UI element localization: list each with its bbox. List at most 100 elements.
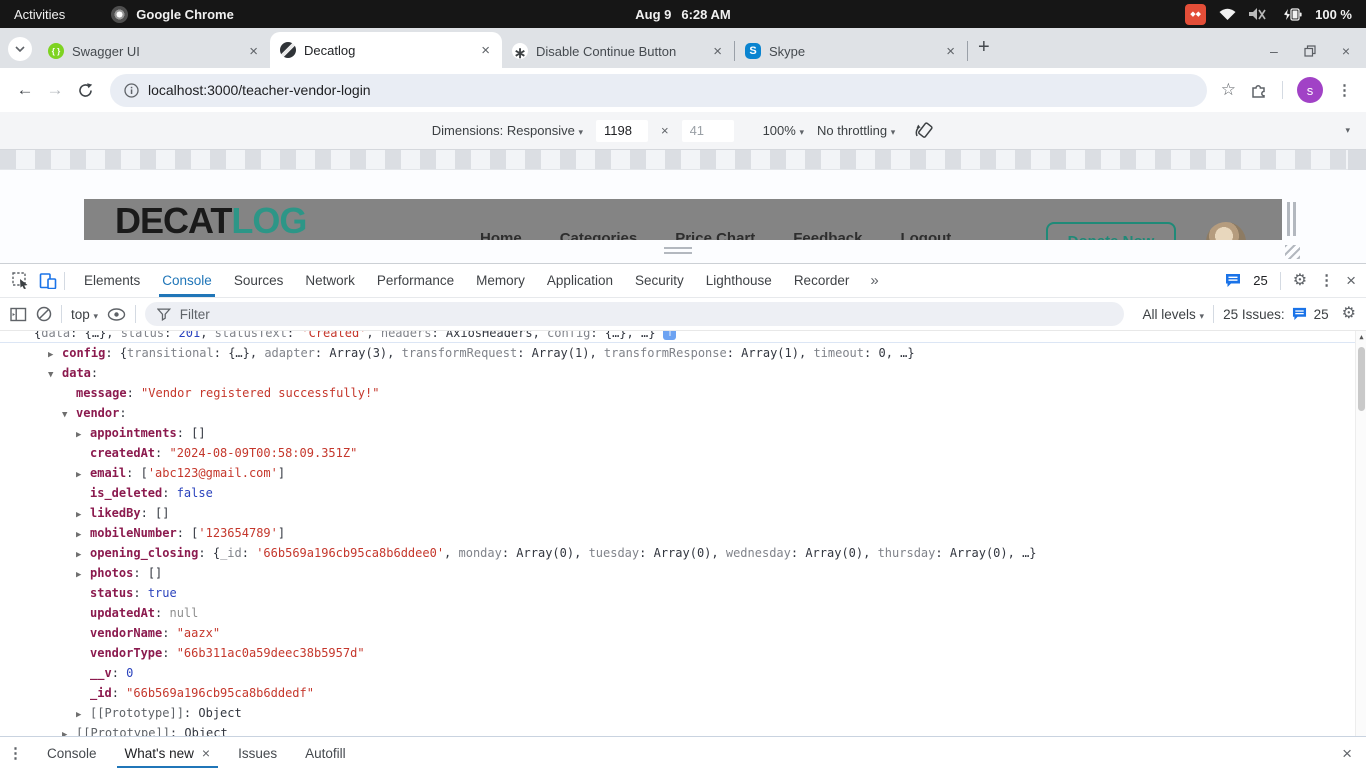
profile-avatar[interactable]: s: [1297, 77, 1323, 103]
expand-arrow-icon[interactable]: ▶: [62, 725, 76, 736]
throttling-dropdown[interactable]: No throttling ▾: [817, 123, 895, 138]
expand-arrow-icon[interactable]: ▶: [48, 345, 62, 363]
tab-network[interactable]: Network: [294, 264, 366, 297]
drawer-tab-autofill[interactable]: Autofill: [291, 737, 360, 768]
console-row-likedby[interactable]: ▶likedBy: []: [0, 503, 1366, 523]
browser-tab-swagger-ui[interactable]: Swagger UI×: [38, 34, 270, 68]
console-row-email[interactable]: ▶email: ['abc123@gmail.com']: [0, 463, 1366, 483]
tab-lighthouse[interactable]: Lighthouse: [695, 264, 783, 297]
filter-input[interactable]: [180, 307, 1112, 322]
expand-arrow-icon[interactable]: ▼: [48, 365, 62, 383]
url-text[interactable]: localhost:3000/teacher-vendor-login: [148, 82, 371, 98]
tab-close-icon[interactable]: ×: [711, 44, 724, 59]
tab-close-icon[interactable]: ×: [944, 44, 957, 59]
donate-now-button[interactable]: Donate Now: [1046, 222, 1176, 240]
expand-arrow-icon[interactable]: ▶: [76, 545, 90, 563]
console-filter-box[interactable]: [145, 302, 1123, 326]
console-row-appointments[interactable]: ▶appointments: []: [0, 423, 1366, 443]
scrollbar-up-arrow[interactable]: ▲: [1357, 333, 1366, 341]
address-bar[interactable]: localhost:3000/teacher-vendor-login: [110, 74, 1207, 107]
console-sidebar-icon[interactable]: [10, 307, 27, 322]
tab-recorder[interactable]: Recorder: [783, 264, 861, 297]
zoom-dropdown[interactable]: 100% ▾: [763, 123, 804, 138]
nav-item-feedback[interactable]: Feedback: [793, 230, 862, 240]
inspect-element-icon[interactable]: [6, 272, 34, 289]
viewport-resize-handle-corner[interactable]: [1285, 245, 1300, 259]
back-button[interactable]: ←: [10, 80, 40, 100]
clock[interactable]: Aug 9 6:28 AM: [635, 7, 731, 22]
console-row-photos[interactable]: ▶photos: []: [0, 563, 1366, 583]
nav-item-price-chart[interactable]: Price Chart: [675, 230, 755, 240]
tab-security[interactable]: Security: [624, 264, 695, 297]
expand-arrow-icon[interactable]: ▶: [76, 425, 90, 443]
viewport-width-input[interactable]: [596, 120, 648, 142]
expand-arrow-icon[interactable]: ▶: [76, 705, 90, 723]
devtools-settings-icon[interactable]: ⚙: [1293, 273, 1307, 289]
console-row-vendor[interactable]: ▼vendor:: [0, 403, 1366, 423]
nav-item-home[interactable]: Home: [480, 230, 522, 240]
new-tab-button[interactable]: +: [978, 36, 990, 59]
drawer-close-icon[interactable]: ×: [1342, 745, 1358, 762]
console-row-mobilenumber[interactable]: ▶mobileNumber: ['123654789']: [0, 523, 1366, 543]
site-logo[interactable]: DECATLOG: [115, 199, 306, 240]
scrollbar-thumb[interactable]: [1358, 347, 1365, 411]
expand-arrow-icon[interactable]: ▶: [76, 565, 90, 583]
console-settings-icon[interactable]: ⚙: [1342, 306, 1356, 322]
tab-close-icon[interactable]: ×: [247, 44, 260, 59]
devtools-menu-icon[interactable]: ⋮: [1319, 273, 1334, 288]
minimize-button[interactable]: –: [1270, 44, 1278, 58]
activities-button[interactable]: Activities: [14, 7, 65, 22]
user-avatar-image[interactable]: [1206, 222, 1246, 240]
restore-button[interactable]: [1304, 45, 1316, 57]
bookmark-star-icon[interactable]: ☆: [1221, 80, 1236, 100]
drawer-menu-icon[interactable]: ⋮: [8, 746, 23, 761]
info-badge-icon[interactable]: i: [663, 331, 676, 340]
expand-arrow-icon[interactable]: ▶: [76, 505, 90, 523]
browser-tab-disable-continue-button[interactable]: Disable Continue Button×: [502, 34, 734, 68]
tab-sources[interactable]: Sources: [223, 264, 295, 297]
device-toolbar-more-icon[interactable]: ▾: [1345, 125, 1350, 136]
nav-item-categories[interactable]: Categories: [560, 230, 638, 240]
devtools-close-icon[interactable]: ×: [1346, 272, 1356, 289]
tab-application[interactable]: Application: [536, 264, 624, 297]
viewport-height-input[interactable]: [682, 120, 734, 142]
expand-arrow-icon[interactable]: ▶: [76, 465, 90, 483]
focused-app-indicator[interactable]: Google Chrome: [111, 6, 234, 23]
device-type-dropdown[interactable]: Dimensions: Responsive ▾: [432, 123, 583, 138]
system-tray[interactable]: ◆◆ 100 %: [1185, 4, 1352, 25]
more-tabs-button[interactable]: »: [860, 272, 888, 289]
drawer-tab-console[interactable]: Console: [33, 737, 111, 768]
rotate-viewport-icon[interactable]: [914, 121, 934, 141]
tab-memory[interactable]: Memory: [465, 264, 536, 297]
extensions-icon[interactable]: [1250, 81, 1268, 99]
console-row-config[interactable]: ▶config: {transitional: {…}, adapter: Ar…: [0, 343, 1366, 363]
viewport-resize-handle-bottom[interactable]: [664, 247, 692, 254]
console-scrollbar[interactable]: ▲: [1355, 331, 1366, 736]
live-expression-icon[interactable]: [107, 308, 126, 321]
viewport-resize-handle-right[interactable]: [1287, 202, 1296, 236]
tab-close-icon[interactable]: ×: [479, 43, 492, 58]
toggle-device-toolbar-icon[interactable]: [34, 273, 62, 289]
console-messages-icon[interactable]: [1225, 273, 1241, 288]
window-close-button[interactable]: ×: [1342, 44, 1350, 58]
expand-arrow-icon[interactable]: ▼: [62, 405, 76, 423]
drawer-tab-what-s-new[interactable]: What's new×: [111, 737, 225, 768]
javascript-context-dropdown[interactable]: top ▾: [71, 307, 98, 322]
tab-search-button[interactable]: [8, 37, 32, 61]
drawer-tab-issues[interactable]: Issues: [224, 737, 291, 768]
browser-tab-decatlog[interactable]: Decatlog×: [270, 32, 502, 68]
console-row-prototype[interactable]: ▶[[Prototype]]: Object: [0, 703, 1366, 723]
reload-button[interactable]: [70, 82, 100, 99]
console-row-prototype[interactable]: ▶[[Prototype]]: Object: [0, 723, 1366, 736]
forward-button[interactable]: →: [40, 80, 70, 100]
expand-arrow-icon[interactable]: ▶: [76, 525, 90, 543]
tab-elements[interactable]: Elements: [73, 264, 151, 297]
console-row-data[interactable]: ▼data:: [0, 363, 1366, 383]
log-levels-dropdown[interactable]: All levels ▾: [1143, 307, 1205, 322]
clear-console-icon[interactable]: [36, 306, 52, 322]
browser-menu-icon[interactable]: ⋮: [1337, 83, 1352, 98]
issues-counter[interactable]: 25 Issues: 25: [1223, 307, 1329, 322]
console-row-opening-closing[interactable]: ▶opening_closing: {_id: '66b569a196cb95c…: [0, 543, 1366, 563]
tab-performance[interactable]: Performance: [366, 264, 465, 297]
nav-item-logout[interactable]: Logout: [900, 230, 951, 240]
